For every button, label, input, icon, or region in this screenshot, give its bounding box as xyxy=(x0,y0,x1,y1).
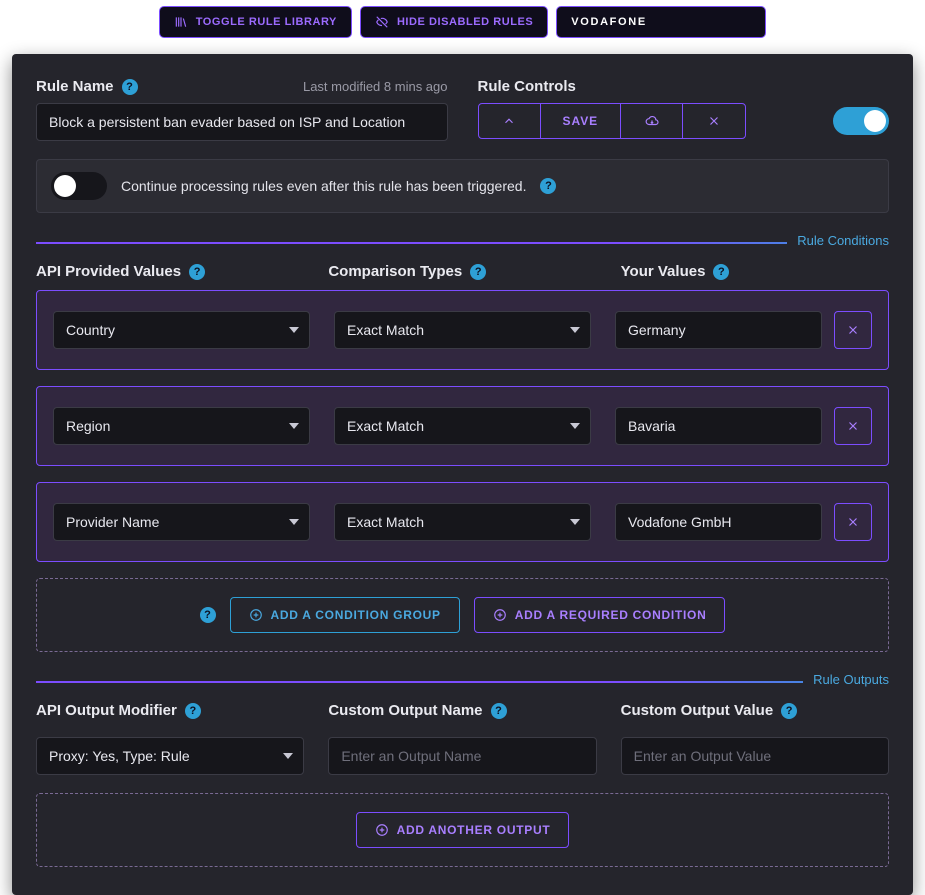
close-icon xyxy=(846,419,860,433)
output-value-label: Custom Output Value xyxy=(621,702,774,719)
help-icon[interactable]: ? xyxy=(189,264,205,280)
add-output-label: Add Another Output xyxy=(397,823,551,837)
output-modifier-select[interactable]: Proxy: Yes, Type: Rule xyxy=(36,737,304,775)
help-icon[interactable]: ? xyxy=(200,607,216,623)
plus-circle-icon xyxy=(249,608,263,622)
api-values-label: API Provided Values xyxy=(36,263,181,280)
cloud-button[interactable] xyxy=(621,104,683,138)
eye-off-icon xyxy=(375,15,389,29)
continue-processing-label: Continue processing rules even after thi… xyxy=(121,178,526,194)
help-icon[interactable]: ? xyxy=(185,703,201,719)
close-icon xyxy=(846,515,860,529)
add-output-box: Add Another Output xyxy=(36,793,889,867)
api-value-select[interactable]: Region xyxy=(53,407,310,445)
rule-conditions-divider: Rule Conditions xyxy=(36,235,889,249)
add-group-label: Add a Condition Group xyxy=(271,608,441,622)
delete-button[interactable] xyxy=(683,104,745,138)
remove-condition-button[interactable] xyxy=(834,407,872,445)
continue-processing-box: Continue processing rules even after thi… xyxy=(36,159,889,213)
your-value-input[interactable] xyxy=(615,311,822,349)
rule-editor-panel: Rule Name ? Last modified 8 mins ago Rul… xyxy=(12,54,913,895)
save-button[interactable]: SAVE xyxy=(541,104,622,138)
add-required-label: Add a Required Condition xyxy=(515,608,707,622)
plus-circle-icon xyxy=(493,608,507,622)
chevron-up-icon xyxy=(502,114,516,128)
hide-disabled-rules-button[interactable]: Hide Disabled Rules xyxy=(360,6,548,38)
plus-circle-icon xyxy=(375,823,389,837)
help-icon[interactable]: ? xyxy=(540,178,556,194)
condition-row: Country Exact Match xyxy=(36,290,889,370)
add-condition-group-button[interactable]: Add a Condition Group xyxy=(230,597,460,633)
api-value-select[interactable]: Provider Name xyxy=(53,503,310,541)
help-icon[interactable]: ? xyxy=(470,264,486,280)
help-icon[interactable]: ? xyxy=(122,79,138,95)
add-required-condition-button[interactable]: Add a Required Condition xyxy=(474,597,726,633)
collapse-button[interactable] xyxy=(479,104,541,138)
api-value-select[interactable]: Country xyxy=(53,311,310,349)
condition-column-labels: API Provided Values? Comparison Types? Y… xyxy=(36,263,889,280)
rule-enabled-toggle[interactable] xyxy=(833,107,889,135)
comparison-select[interactable]: Exact Match xyxy=(334,503,591,541)
output-name-input[interactable] xyxy=(328,737,596,775)
your-values-label: Your Values xyxy=(621,263,706,280)
rule-search-input[interactable] xyxy=(556,6,766,38)
help-icon[interactable]: ? xyxy=(491,703,507,719)
toggle-rule-library-button[interactable]: Toggle Rule Library xyxy=(159,6,352,38)
add-condition-box: ? Add a Condition Group Add a Required C… xyxy=(36,578,889,652)
your-value-input[interactable] xyxy=(615,407,822,445)
comparison-types-label: Comparison Types xyxy=(328,263,462,280)
comparison-select[interactable]: Exact Match xyxy=(334,407,591,445)
condition-row: Region Exact Match xyxy=(36,386,889,466)
comparison-select[interactable]: Exact Match xyxy=(334,311,591,349)
remove-condition-button[interactable] xyxy=(834,311,872,349)
condition-row: Provider Name Exact Match xyxy=(36,482,889,562)
add-output-button[interactable]: Add Another Output xyxy=(356,812,570,848)
close-icon xyxy=(707,114,721,128)
help-icon[interactable]: ? xyxy=(781,703,797,719)
output-value-input[interactable] xyxy=(621,737,889,775)
output-modifier-label: API Output Modifier xyxy=(36,702,177,719)
rule-conditions-tag: Rule Conditions xyxy=(787,233,889,248)
rule-outputs-tag: Rule Outputs xyxy=(803,672,889,687)
save-label: SAVE xyxy=(563,114,599,128)
your-value-input[interactable] xyxy=(615,503,822,541)
last-modified: Last modified 8 mins ago xyxy=(303,79,448,94)
toggle-library-label: Toggle Rule Library xyxy=(196,16,337,28)
close-icon xyxy=(846,323,860,337)
help-icon[interactable]: ? xyxy=(713,264,729,280)
output-name-label: Custom Output Name xyxy=(328,702,482,719)
continue-processing-toggle[interactable] xyxy=(51,172,107,200)
rule-name-label: Rule Name xyxy=(36,78,114,95)
rule-controls-label: Rule Controls xyxy=(478,78,576,95)
rule-outputs-divider: Rule Outputs xyxy=(36,674,889,688)
library-icon xyxy=(174,15,188,29)
hide-disabled-label: Hide Disabled Rules xyxy=(397,16,533,28)
remove-condition-button[interactable] xyxy=(834,503,872,541)
topbar: Toggle Rule Library Hide Disabled Rules xyxy=(0,0,925,48)
rule-name-input[interactable] xyxy=(36,103,448,141)
cloud-download-icon xyxy=(645,114,659,128)
rule-controls-group: SAVE xyxy=(478,103,747,139)
